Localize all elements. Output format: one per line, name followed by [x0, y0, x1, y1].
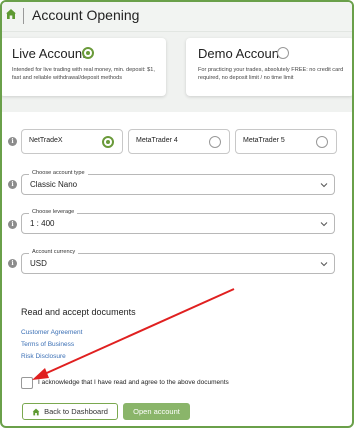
link-risk-disclosure[interactable]: Risk Disclosure — [21, 353, 66, 360]
link-terms-of-business[interactable]: Terms of Business — [21, 341, 74, 348]
leverage-select[interactable]: Choose leverage 1 : 400 — [21, 209, 335, 234]
leverage-info-icon[interactable]: i — [8, 220, 17, 229]
platform-radio-nettradex[interactable] — [102, 136, 114, 148]
documents-title: Read and accept documents — [21, 307, 136, 317]
acknowledge-label[interactable]: I acknowledge that I have read and agree… — [38, 379, 229, 386]
leverage-legend: Choose leverage — [29, 209, 78, 215]
currency-value: USD — [30, 259, 47, 268]
header-bar: Account Opening — [2, 2, 352, 32]
home-icon — [32, 408, 40, 416]
account-type-legend: Choose account type — [29, 170, 88, 176]
platform-option-metatrader5[interactable]: MetaTrader 5 — [235, 129, 337, 154]
acknowledge-checkbox[interactable] — [21, 377, 33, 389]
open-account-button[interactable]: Open account — [123, 403, 190, 420]
platform-option-metatrader4[interactable]: MetaTrader 4 — [128, 129, 230, 154]
platform-label: MetaTrader 4 — [136, 137, 178, 144]
account-type-value: Classic Nano — [30, 180, 78, 189]
page-title: Account Opening — [32, 7, 140, 23]
header-divider — [23, 8, 24, 24]
chevron-down-icon — [320, 183, 328, 188]
platform-radio-metatrader4[interactable] — [209, 136, 221, 148]
account-type-info-icon[interactable]: i — [8, 180, 17, 189]
app-frame: Account Opening Live Account Intended fo… — [0, 0, 354, 428]
currency-info-icon[interactable]: i — [8, 259, 17, 268]
platform-option-nettradex[interactable]: NetTradeX — [21, 129, 123, 154]
demo-account-description: For practicing your trades, absolutely F… — [198, 67, 344, 81]
demo-account-radio[interactable] — [277, 47, 289, 59]
link-customer-agreement[interactable]: Customer Agreement — [21, 329, 82, 336]
platform-info-icon[interactable]: i — [8, 137, 17, 146]
back-to-dashboard-button[interactable]: Back to Dashboard — [22, 403, 118, 420]
back-button-label: Back to Dashboard — [44, 407, 108, 416]
home-icon[interactable] — [5, 8, 17, 20]
live-account-description: Intended for live trading with real mone… — [12, 67, 155, 81]
account-type-select[interactable]: Choose account type Classic Nano — [21, 170, 335, 195]
currency-select[interactable]: Account currency USD — [21, 249, 335, 274]
chevron-down-icon — [320, 262, 328, 267]
chevron-down-icon — [320, 222, 328, 227]
platform-radio-metatrader5[interactable] — [316, 136, 328, 148]
platform-label: NetTradeX — [29, 137, 63, 144]
currency-legend: Account currency — [29, 249, 79, 255]
demo-account-card[interactable]: Demo Account For practicing your trades,… — [186, 38, 352, 96]
leverage-value: 1 : 400 — [30, 219, 55, 228]
open-button-label: Open account — [133, 407, 180, 416]
live-account-card[interactable]: Live Account Intended for live trading w… — [2, 38, 166, 96]
live-account-radio[interactable] — [82, 47, 94, 59]
platform-label: MetaTrader 5 — [243, 137, 285, 144]
live-account-title: Live Account — [12, 46, 86, 61]
demo-account-title: Demo Account — [198, 46, 283, 61]
